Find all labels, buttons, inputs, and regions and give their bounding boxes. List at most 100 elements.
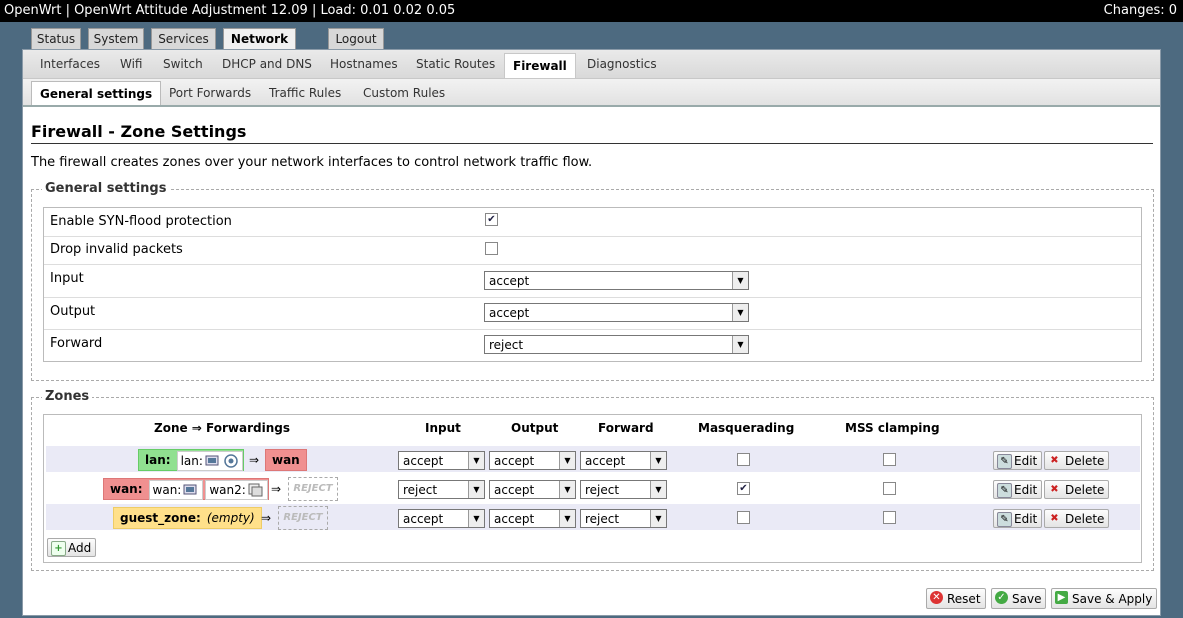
- add-zone-button[interactable]: + Add: [47, 538, 97, 557]
- zone-lan-badge: lan: lan:: [138, 449, 244, 471]
- target-reject: REJECT: [278, 506, 328, 530]
- network-icon: [183, 483, 199, 497]
- masquerading-header: Masquerading: [698, 421, 795, 435]
- output-policy-value: accept: [489, 306, 530, 320]
- mss-clamping-checkbox[interactable]: [883, 482, 896, 495]
- wifi-icon: [223, 454, 239, 468]
- target-reject: REJECT: [288, 477, 338, 501]
- edit-button[interactable]: ✎ Edit: [993, 451, 1043, 470]
- chevron-down-icon: ▼: [559, 510, 575, 527]
- zone-forward-select[interactable]: accept ▼: [580, 451, 667, 470]
- drop-invalid-row: Drop invalid packets: [44, 236, 1141, 265]
- fwtab-port-forwards[interactable]: Port Forwards: [169, 86, 251, 100]
- subtab-diagnostics[interactable]: Diagnostics: [587, 57, 657, 71]
- mss-clamping-header: MSS clamping: [845, 421, 940, 435]
- general-settings-section: General settings Enable SYN-flood protec…: [31, 181, 1154, 381]
- masquerading-checkbox[interactable]: ✔: [737, 482, 750, 495]
- changes-counter[interactable]: Changes: 0: [1104, 3, 1177, 18]
- tab-services[interactable]: Services: [151, 28, 216, 49]
- chevron-down-icon: ▼: [650, 481, 666, 498]
- zone-interfaces: wan:: [148, 479, 204, 500]
- zone-row-lan: lan: lan: ⇒ wan accept ▼ accept ▼ accept ▼ ✎…: [46, 446, 1140, 472]
- forward-arrow: ⇒: [249, 453, 260, 467]
- subtab-static-routes[interactable]: Static Routes: [416, 57, 495, 71]
- delete-button[interactable]: ✖ Delete: [1044, 509, 1110, 528]
- delete-label: Delete: [1065, 512, 1105, 526]
- edit-icon: ✎: [997, 454, 1012, 469]
- top-bar: OpenWrt | OpenWrt Attitude Adjustment 12…: [0, 0, 1183, 22]
- app-title: OpenWrt | OpenWrt Attitude Adjustment 12…: [4, 3, 456, 18]
- edit-icon: ✎: [997, 483, 1012, 498]
- edit-label: Edit: [1014, 512, 1038, 526]
- subtab-hostnames[interactable]: Hostnames: [330, 57, 398, 71]
- reset-button[interactable]: ✕ Reset: [926, 588, 986, 609]
- page-description: The firewall creates zones over your net…: [31, 155, 593, 170]
- tab-status[interactable]: Status: [31, 28, 81, 49]
- subtab-interfaces[interactable]: Interfaces: [40, 57, 100, 71]
- save-button[interactable]: ✓ Save: [991, 588, 1047, 609]
- zone-forward-select[interactable]: reject ▼: [580, 480, 667, 499]
- fwtab-general[interactable]: General settings: [31, 81, 162, 105]
- edit-button[interactable]: ✎ Edit: [993, 480, 1043, 499]
- zone-output-select[interactable]: accept ▼: [489, 451, 576, 470]
- firewall-subtabs: General settings Port Forwards Traffic R…: [23, 79, 1160, 107]
- target-name: wan: [272, 453, 300, 467]
- zone-input-select[interactable]: accept ▼: [398, 509, 485, 528]
- zone-forward-value: accept: [585, 454, 626, 468]
- save-apply-button[interactable]: ▶ Save & Apply: [1051, 588, 1158, 609]
- zone-output-value: accept: [494, 483, 535, 497]
- output-policy-select[interactable]: accept ▼: [484, 303, 749, 322]
- edit-button[interactable]: ✎ Edit: [993, 509, 1043, 528]
- masquerading-checkbox[interactable]: [737, 453, 750, 466]
- delete-icon: ✖: [1050, 484, 1059, 495]
- chevron-down-icon: ▼: [559, 452, 575, 469]
- zone-output-value: accept: [494, 454, 535, 468]
- zone-output-select[interactable]: accept ▼: [489, 480, 576, 499]
- mss-clamping-checkbox[interactable]: [883, 453, 896, 466]
- zone-output-select[interactable]: accept ▼: [489, 509, 576, 528]
- subtab-firewall[interactable]: Firewall: [504, 53, 576, 78]
- forward-header: Forward: [598, 421, 654, 435]
- zone-forwardings-header: Zone ⇒ Forwardings: [154, 421, 290, 435]
- network-icon: [205, 454, 221, 468]
- forward-policy-select[interactable]: reject ▼: [484, 335, 749, 354]
- tab-system[interactable]: System: [88, 28, 144, 49]
- drop-invalid-checkbox[interactable]: [485, 242, 498, 255]
- interface-wan2: wan2:: [209, 482, 246, 497]
- zone-wan-badge: wan: wan: wan2:: [103, 478, 269, 500]
- interface-lan: lan:: [180, 453, 203, 468]
- fwtab-traffic-rules[interactable]: Traffic Rules: [269, 86, 341, 100]
- input-policy-select[interactable]: accept ▼: [484, 271, 749, 290]
- edit-icon: ✎: [997, 512, 1012, 527]
- delete-button[interactable]: ✖ Delete: [1044, 480, 1110, 499]
- input-policy-row: Input accept ▼: [44, 264, 1141, 298]
- zone-interfaces: lan:: [176, 450, 243, 471]
- input-header: Input: [425, 421, 461, 435]
- zone-input-value: reject: [403, 483, 438, 497]
- network-subtabs: Interfaces Wifi Switch DHCP and DNS Host…: [23, 50, 1160, 79]
- zone-forward-select[interactable]: reject ▼: [580, 509, 667, 528]
- subtab-wifi[interactable]: Wifi: [120, 57, 143, 71]
- masquerading-checkbox[interactable]: [737, 511, 750, 524]
- zone-input-select[interactable]: reject ▼: [398, 480, 485, 499]
- zone-empty-label: (empty): [206, 511, 255, 525]
- content-card: Interfaces Wifi Switch DHCP and DNS Host…: [22, 49, 1161, 616]
- chevron-down-icon: ▼: [650, 510, 666, 527]
- subtab-switch[interactable]: Switch: [163, 57, 203, 71]
- check-icon: ✓: [995, 591, 1008, 604]
- zones-table: Zone ⇒ Forwardings Input Output Forward …: [43, 414, 1142, 563]
- subtab-dhcp-dns[interactable]: DHCP and DNS: [222, 57, 312, 71]
- zone-input-select[interactable]: accept ▼: [398, 451, 485, 470]
- save-apply-label: Save & Apply: [1072, 592, 1153, 606]
- zone-guest-badge: guest_zone: (empty): [113, 507, 262, 529]
- fwtab-custom-rules[interactable]: Custom Rules: [363, 86, 445, 100]
- zone-input-value: accept: [403, 512, 444, 526]
- delete-button[interactable]: ✖ Delete: [1044, 451, 1110, 470]
- chevron-down-icon: ▼: [732, 336, 748, 353]
- zone-forward-value: reject: [585, 483, 620, 497]
- tab-network[interactable]: Network: [223, 28, 296, 49]
- syn-flood-checkbox[interactable]: ✔: [485, 213, 498, 226]
- mss-clamping-checkbox[interactable]: [883, 511, 896, 524]
- syn-flood-row: Enable SYN-flood protection ✔: [44, 208, 1141, 237]
- tab-logout[interactable]: Logout: [328, 28, 384, 49]
